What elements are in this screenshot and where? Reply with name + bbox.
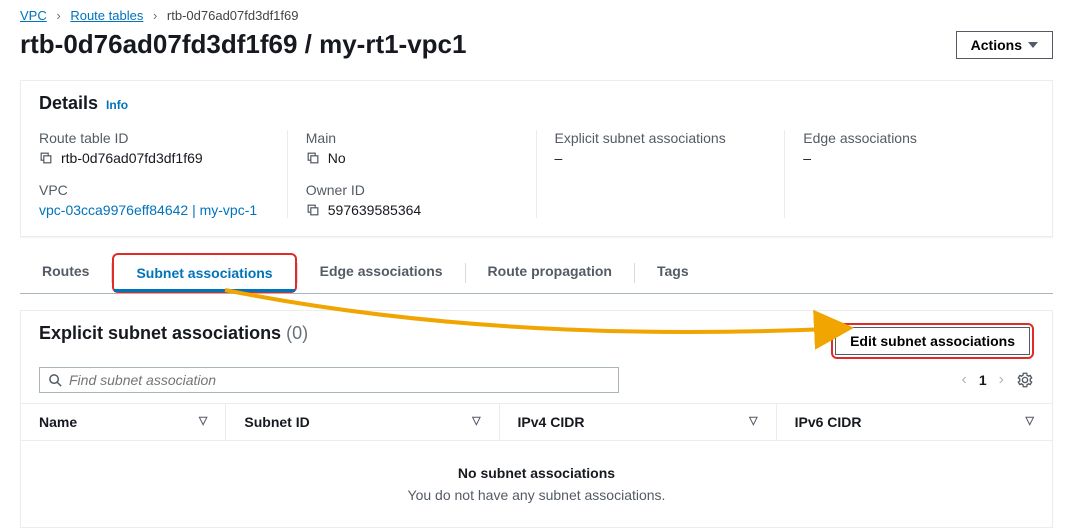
tabs-bar: Routes Subnet associations Edge associat… <box>20 253 1053 294</box>
main-label: Main <box>306 130 518 146</box>
empty-title: No subnet associations <box>45 465 1028 481</box>
sort-icon: ▽ <box>472 414 480 427</box>
actions-button[interactable]: Actions <box>956 31 1053 59</box>
chevron-right-icon: › <box>56 8 60 23</box>
details-panel: Details Info Route table ID rtb-0d76ad07… <box>20 80 1053 237</box>
col-ipv6-cidr[interactable]: IPv6 CIDR▽ <box>776 404 1052 441</box>
copy-icon[interactable] <box>306 151 320 165</box>
owner-id-value: 597639585364 <box>328 202 421 218</box>
explicit-assoc-value: – <box>555 150 563 166</box>
search-icon <box>48 373 63 388</box>
edge-assoc-value: – <box>803 150 811 166</box>
vpc-label: VPC <box>39 182 269 198</box>
search-box[interactable] <box>39 367 619 393</box>
pager: ‹ 1 › <box>962 371 1034 389</box>
next-page-icon[interactable]: › <box>999 371 1004 389</box>
settings-icon[interactable] <box>1016 371 1034 389</box>
details-heading: Details <box>39 93 98 114</box>
col-subnet-id[interactable]: Subnet ID▽ <box>226 404 499 441</box>
route-table-id-value: rtb-0d76ad07fd3df1f69 <box>61 150 203 166</box>
sort-icon: ▽ <box>749 414 757 427</box>
subnets-table: Name▽ Subnet ID▽ IPv4 CIDR▽ IPv6 CIDR▽ <box>21 403 1052 441</box>
tab-routes[interactable]: Routes <box>20 253 111 293</box>
vpc-link[interactable]: vpc-03cca9976eff84642 | my-vpc-1 <box>39 202 257 218</box>
info-link[interactable]: Info <box>106 98 128 112</box>
breadcrumb-current: rtb-0d76ad07fd3df1f69 <box>167 8 299 23</box>
breadcrumb-route-tables[interactable]: Route tables <box>70 8 143 23</box>
page-title: rtb-0d76ad07fd3df1f69 / my-rt1-vpc1 <box>20 29 466 60</box>
sort-icon: ▽ <box>199 414 207 427</box>
tab-tags[interactable]: Tags <box>635 253 711 293</box>
col-name[interactable]: Name▽ <box>21 404 226 441</box>
main-value: No <box>328 150 346 166</box>
sort-icon: ▽ <box>1026 414 1034 427</box>
explicit-assoc-label: Explicit subnet associations <box>555 130 767 146</box>
prev-page-icon[interactable]: ‹ <box>962 371 967 389</box>
breadcrumb-vpc[interactable]: VPC <box>20 8 47 23</box>
empty-sub: You do not have any subnet associations. <box>45 487 1028 503</box>
search-input[interactable] <box>69 372 610 388</box>
edit-assoc-highlight: Edit subnet associations <box>831 323 1034 359</box>
assoc-count: (0) <box>286 323 308 343</box>
copy-icon[interactable] <box>306 203 320 217</box>
col-ipv4-cidr[interactable]: IPv4 CIDR▽ <box>499 404 776 441</box>
edit-subnet-associations-button[interactable]: Edit subnet associations <box>835 327 1030 355</box>
page-number: 1 <box>979 372 987 388</box>
breadcrumb: VPC › Route tables › rtb-0d76ad07fd3df1f… <box>0 0 1073 25</box>
empty-state: No subnet associations You do not have a… <box>21 441 1052 527</box>
tab-edge-associations[interactable]: Edge associations <box>298 253 465 293</box>
copy-icon[interactable] <box>39 151 53 165</box>
tab-route-propagation[interactable]: Route propagation <box>466 253 634 293</box>
chevron-right-icon: › <box>153 8 157 23</box>
actions-label: Actions <box>971 37 1022 53</box>
owner-id-label: Owner ID <box>306 182 518 198</box>
assoc-heading: Explicit subnet associations (0) <box>39 323 308 344</box>
edge-assoc-label: Edge associations <box>803 130 1016 146</box>
explicit-subnet-associations-panel: Explicit subnet associations (0) Edit su… <box>20 310 1053 528</box>
tab-subnet-associations[interactable]: Subnet associations <box>112 253 296 293</box>
route-table-id-label: Route table ID <box>39 130 269 146</box>
caret-down-icon <box>1028 42 1038 48</box>
